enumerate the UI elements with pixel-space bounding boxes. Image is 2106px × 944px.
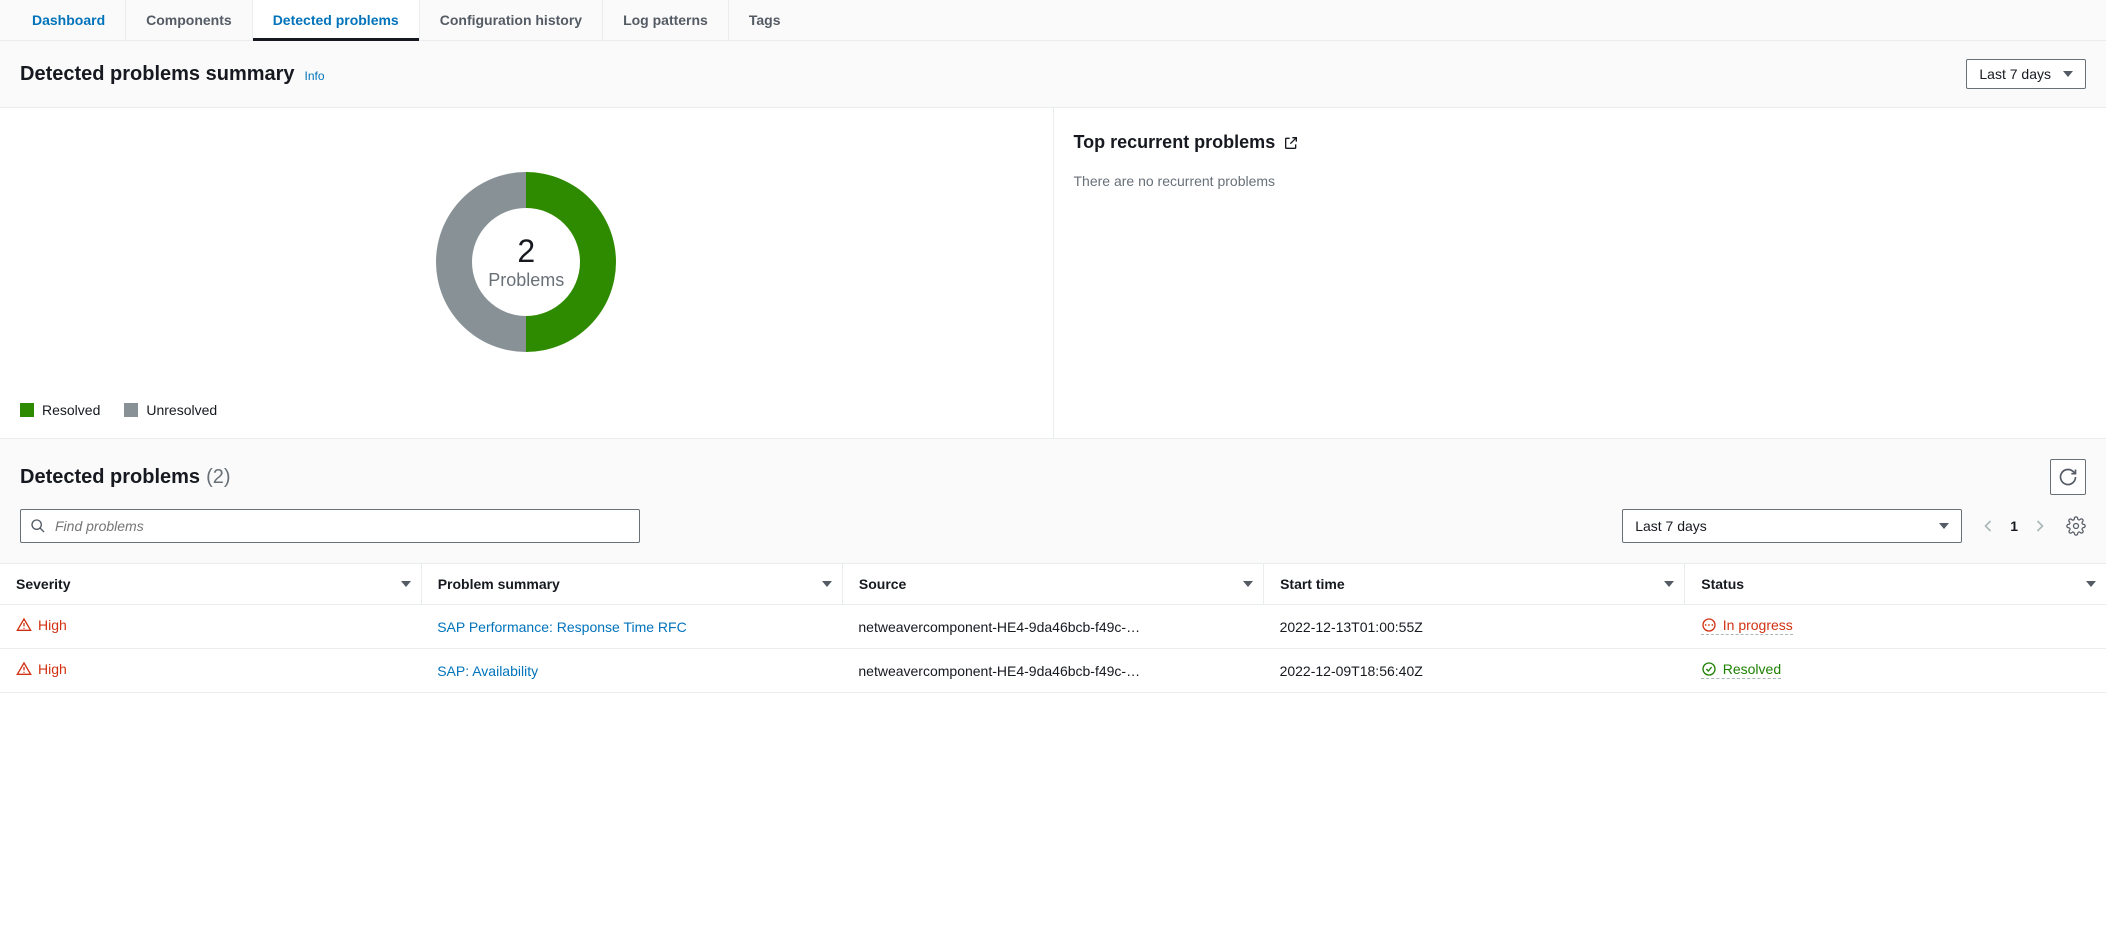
recurrent-empty-text: There are no recurrent problems xyxy=(1074,173,2087,189)
problem-summary-link[interactable]: SAP: Availability xyxy=(437,663,538,679)
summary-title-wrap: Detected problems summary Info xyxy=(20,63,325,86)
source-text: netweavercomponent-HE4-9da46bcb-f49c-… xyxy=(858,663,1140,679)
col-source-label: Source xyxy=(859,576,906,592)
resolved-icon xyxy=(1701,661,1717,677)
swatch-resolved xyxy=(20,403,34,417)
tab-components[interactable]: Components xyxy=(126,0,253,40)
status-text: Resolved xyxy=(1723,661,1781,677)
search-wrap xyxy=(20,509,640,543)
status-badge: In progress xyxy=(1701,617,1793,635)
col-start-time-label: Start time xyxy=(1280,576,1345,592)
time-range-label: Last 7 days xyxy=(1979,66,2051,82)
donut-center: 2 Problems xyxy=(488,233,564,291)
page-prev-button[interactable] xyxy=(1978,516,1998,536)
search-input[interactable] xyxy=(20,509,640,543)
pagination: 1 xyxy=(1978,516,2050,536)
list-time-range-dropdown[interactable]: Last 7 days xyxy=(1622,509,1962,543)
search-icon xyxy=(30,518,46,534)
col-status[interactable]: Status xyxy=(1685,564,2106,605)
donut-value: 2 xyxy=(488,233,564,270)
status-text: In progress xyxy=(1723,617,1793,633)
table-row: High SAP Performance: Response Time RFC … xyxy=(0,605,2106,649)
start-time-text: 2022-12-09T18:56:40Z xyxy=(1280,663,1423,679)
tab-tags[interactable]: Tags xyxy=(729,0,801,40)
chevron-down-icon xyxy=(1939,523,1949,529)
list-count: (2) xyxy=(206,466,230,489)
status-badge: Resolved xyxy=(1701,661,1781,679)
tab-log-patterns[interactable]: Log patterns xyxy=(603,0,729,40)
tab-dashboard[interactable]: Dashboard xyxy=(12,0,126,40)
severity-badge: High xyxy=(16,617,67,633)
problem-summary-link[interactable]: SAP Performance: Response Time RFC xyxy=(437,619,687,635)
warning-icon xyxy=(16,617,32,633)
sort-icon xyxy=(1243,581,1253,587)
donut-panel: 2 Problems Resolved Unresolved xyxy=(0,108,1054,438)
page-next-button[interactable] xyxy=(2030,516,2050,536)
list-section: Detected problems (2) Last 7 days 1 xyxy=(0,439,2106,564)
sort-icon xyxy=(401,581,411,587)
col-problem-summary[interactable]: Problem summary xyxy=(421,564,842,605)
col-start-time[interactable]: Start time xyxy=(1264,564,1685,605)
legend-resolved-label: Resolved xyxy=(42,402,100,418)
start-time-text: 2022-12-13T01:00:55Z xyxy=(1280,619,1423,635)
col-status-label: Status xyxy=(1701,576,1744,592)
in-progress-icon xyxy=(1701,617,1717,633)
chart-legend: Resolved Unresolved xyxy=(20,392,1033,418)
tab-configuration-history[interactable]: Configuration history xyxy=(420,0,603,40)
summary-body: 2 Problems Resolved Unresolved Top recur… xyxy=(0,108,2106,439)
refresh-button[interactable] xyxy=(2050,459,2086,495)
tab-detected-problems[interactable]: Detected problems xyxy=(253,0,420,40)
table-row: High SAP: Availability netweavercomponen… xyxy=(0,649,2106,693)
legend-resolved: Resolved xyxy=(20,402,100,418)
table-header-row: Severity Problem summary Source Start ti… xyxy=(0,564,2106,605)
source-text: netweavercomponent-HE4-9da46bcb-f49c-… xyxy=(858,619,1140,635)
swatch-unresolved xyxy=(124,403,138,417)
summary-header: Detected problems summary Info Last 7 da… xyxy=(0,41,2106,108)
external-link-icon[interactable] xyxy=(1283,135,1299,151)
list-title: Detected problems (2) xyxy=(20,466,231,489)
tabs-bar: Dashboard Components Detected problems C… xyxy=(0,0,2106,41)
severity-text: High xyxy=(38,661,67,677)
list-header-row: Detected problems (2) xyxy=(20,459,2086,495)
col-problem-summary-label: Problem summary xyxy=(438,576,560,592)
legend-unresolved-label: Unresolved xyxy=(146,402,217,418)
time-range-dropdown[interactable]: Last 7 days xyxy=(1966,59,2086,89)
donut-chart: 2 Problems xyxy=(20,132,1033,392)
col-severity-label: Severity xyxy=(16,576,70,592)
recurrent-title-text: Top recurrent problems xyxy=(1074,132,1276,153)
page-number: 1 xyxy=(2010,518,2018,534)
legend-unresolved: Unresolved xyxy=(124,402,217,418)
col-severity[interactable]: Severity xyxy=(0,564,421,605)
sort-icon xyxy=(1664,581,1674,587)
table-settings-button[interactable] xyxy=(2066,516,2086,536)
refresh-icon xyxy=(2058,467,2078,487)
info-link[interactable]: Info xyxy=(305,69,325,83)
problems-table: Severity Problem summary Source Start ti… xyxy=(0,564,2106,693)
sort-icon xyxy=(822,581,832,587)
list-time-range-label: Last 7 days xyxy=(1635,518,1707,534)
warning-icon xyxy=(16,661,32,677)
severity-text: High xyxy=(38,617,67,633)
recurrent-title: Top recurrent problems xyxy=(1074,132,2087,153)
recurrent-panel: Top recurrent problems There are no recu… xyxy=(1054,108,2106,438)
sort-icon xyxy=(2086,581,2096,587)
severity-badge: High xyxy=(16,661,67,677)
chevron-down-icon xyxy=(2063,71,2073,77)
list-title-text: Detected problems xyxy=(20,466,200,489)
summary-title: Detected problems summary xyxy=(20,63,295,86)
col-source[interactable]: Source xyxy=(842,564,1263,605)
donut-label: Problems xyxy=(488,270,564,291)
list-toolbar: Last 7 days 1 xyxy=(20,509,2086,543)
